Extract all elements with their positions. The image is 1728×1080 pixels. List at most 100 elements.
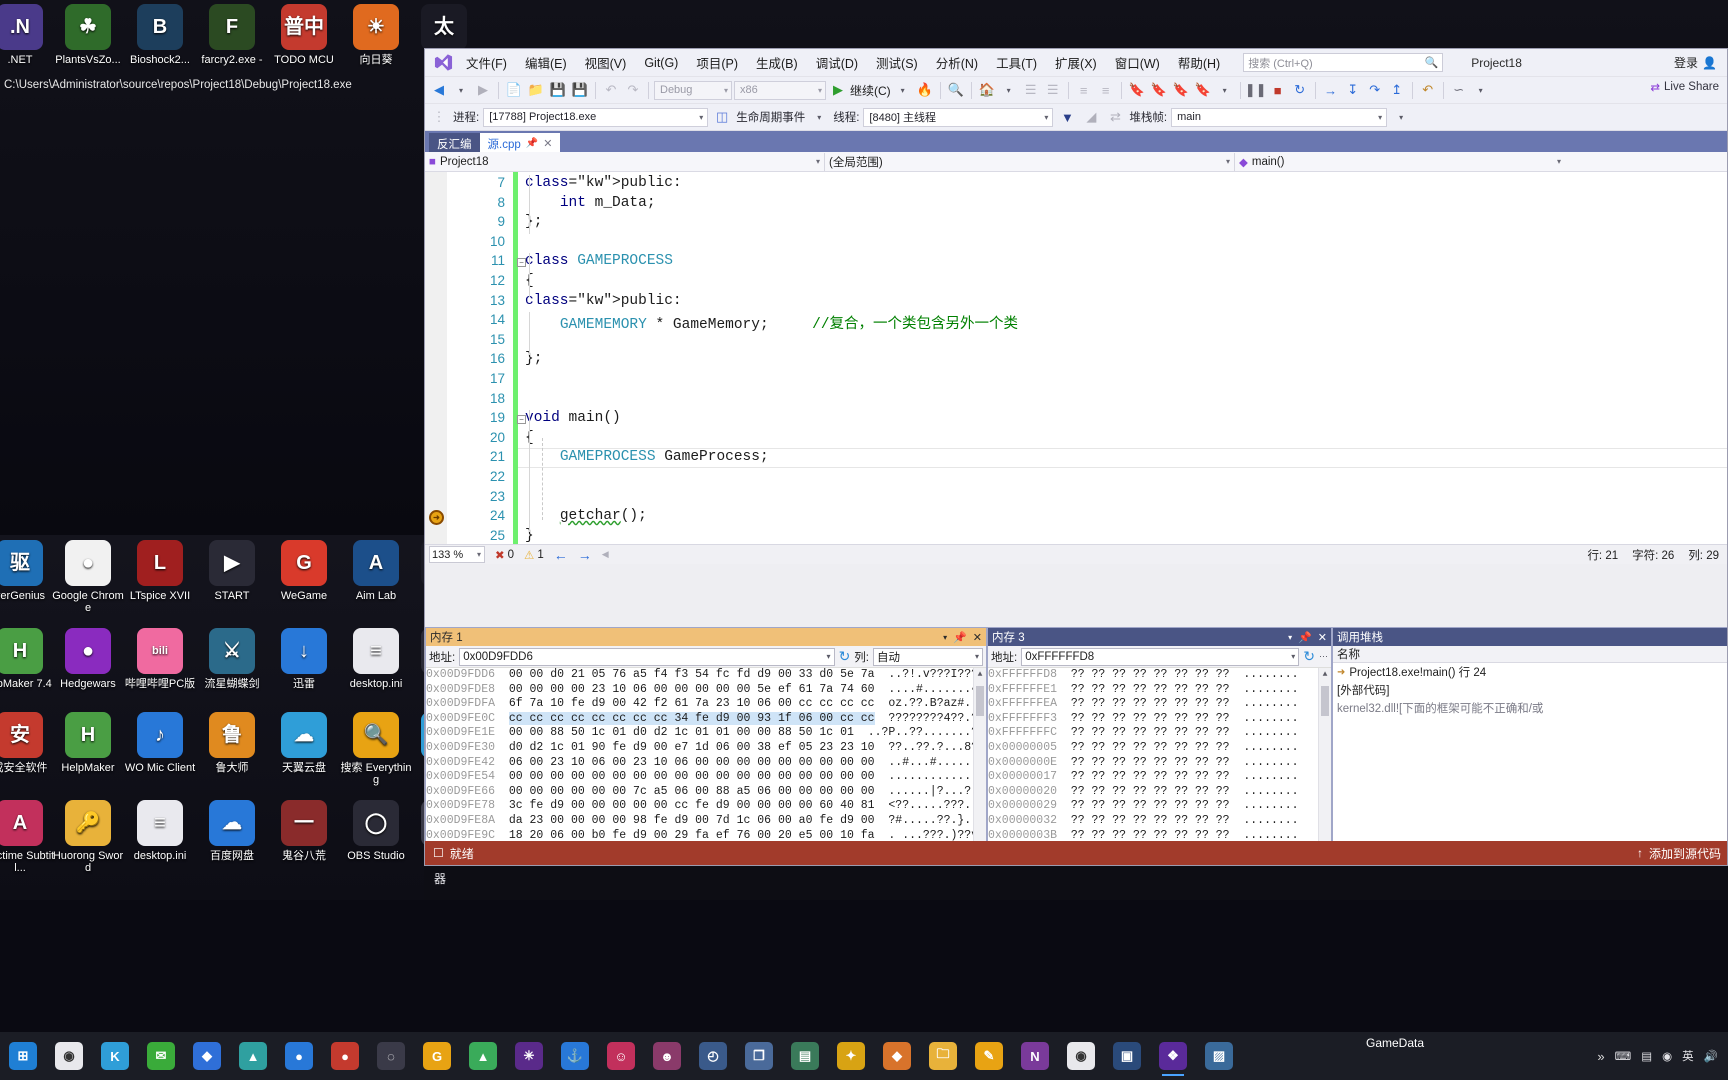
memory3-refresh-icon[interactable]: ↻ [1303,648,1315,665]
thread-select[interactable]: [8480] 主线程 [863,107,1054,127]
desktop-icon-1-r4[interactable]: 安成安全软件 [0,712,56,774]
menu-help[interactable]: 帮助(H) [1169,49,1229,76]
memory-row[interactable]: 0x00000032 ?? ?? ?? ?? ?? ?? ?? ?? .....… [988,814,1331,829]
desktop-icon-6-r4[interactable]: 🔍 搜索 Everything [340,712,412,786]
memory-row[interactable]: 0x00000017 ?? ?? ?? ?? ?? ?? ?? ?? .....… [988,770,1331,785]
undo-nav-icon[interactable]: ↶ [1418,80,1438,101]
desktop-icon-6-r2[interactable]: A Aim Lab [340,540,412,602]
uncomment-icon[interactable]: ☰ [1043,80,1063,101]
menu-extensions[interactable]: 扩展(X) [1046,49,1106,76]
taskbar-item-app-teal[interactable]: ▲ [230,1034,276,1078]
memory-row[interactable]: 0x00D9FDD6 00 00 d0 21 05 76 a5 f4 f3 54… [426,668,986,683]
memory1-scroll-up-icon[interactable]: ▲ [974,668,986,681]
desktop-icon-6-r1[interactable]: ☀ 向日葵 [340,4,412,66]
memory-row[interactable]: 0x00000029 ?? ?? ?? ?? ?? ?? ?? ?? .....… [988,799,1331,814]
menu-project[interactable]: 项目(P) [687,49,747,76]
memory1-pin-icon[interactable]: 📌 [953,631,967,644]
tray-circle-icon[interactable]: ◉ [1662,1049,1672,1063]
memory3-scroll-up-icon[interactable]: ▲ [1319,668,1331,681]
lifecycle-events-label[interactable]: 生命周期事件 [736,109,805,125]
memory1-close-icon[interactable]: ✕ [973,631,982,644]
memory-row[interactable]: 0x00000020 ?? ?? ?? ?? ?? ?? ?? ?? .....… [988,785,1331,800]
navigate-back-icon[interactable]: ◀ [429,80,449,101]
step-out-icon[interactable]: ↥ [1387,80,1407,101]
bookmark-icon[interactable]: 🔖 [1127,80,1147,101]
desktop-icon-5-r4[interactable]: ☁ 天翼云盘 [268,712,340,774]
save-all-icon[interactable]: 💾 [570,80,590,101]
sign-in-button[interactable]: 登录 👤 [1674,54,1717,71]
code-editor[interactable]: 7 class="kw">public: 8 int m_Data; 9}; 10 11 c… [425,172,1727,544]
pin-tab-icon[interactable]: 📌 [526,138,538,149]
diagnostics-icon[interactable]: ∽ [1449,80,1469,101]
taskbar-item-app-red[interactable]: ● [322,1034,368,1078]
increase-indent-icon[interactable]: ≡ [1096,80,1116,101]
taskbar-item-loading[interactable]: ◌ [368,1034,414,1078]
memory-row[interactable]: 0xFFFFFFEA ?? ?? ?? ?? ?? ?? ?? ?? .....… [988,697,1331,712]
desktop-icon-3-r2[interactable]: L LTspice XVII [124,540,196,602]
taskbar-item-app-window[interactable]: ▣ [1104,1034,1150,1078]
zoom-level-select[interactable]: 133 % [429,546,485,563]
desktop-icon-5-r1[interactable]: 普中 TODO MCU [268,4,340,66]
memory1-columns-select[interactable]: 自动 [873,647,983,666]
memory-row[interactable]: 0x00D9FDFA 6f 7a 10 fe d9 00 42 f2 61 7a… [426,697,986,712]
continue-dropdown-icon[interactable]: ▾ [893,80,913,101]
process-select[interactable]: [17788] Project18.exe [483,107,709,127]
add-to-source-control-button[interactable]: ↑ 添加到源代码 [1637,845,1721,862]
taskbar-item-file-explorer[interactable]: 🗀 [920,1034,966,1078]
previous-bookmark-icon[interactable]: 🔖 [1149,80,1169,101]
taskbar-item-app-spider[interactable]: ✳ [506,1034,552,1078]
toolbar-overflow-icon[interactable]: ▾ [1471,80,1491,101]
memory1-menu-icon[interactable]: ▾ [943,633,947,642]
memory3-overflow-icon[interactable]: ⋯ [1319,651,1328,662]
desktop-icon-2-r4[interactable]: H HelpMaker [52,712,124,774]
taskbar-item-chrome2[interactable]: ◉ [1058,1034,1104,1078]
desktop-icon-3-r5[interactable]: ≡ desktop.ini [124,800,196,862]
menu-tools[interactable]: 工具(T) [987,49,1046,76]
live-share-button[interactable]: ⇄ Live Share [1650,80,1719,94]
break-all-icon[interactable]: ❚❚ [1245,80,1267,101]
memory1-scrollbar[interactable]: ▲ ▼ [973,668,986,865]
taskbar-item-app-fire[interactable]: ◆ [874,1034,920,1078]
taskbar-item-app-face2[interactable]: ☻ [644,1034,690,1078]
thread-switch-icon[interactable]: ⇄ [1105,107,1125,128]
tray-volume-icon[interactable]: 🔊 [1704,1049,1718,1063]
solution-configuration-select[interactable]: Debug [654,80,732,100]
continue-play-icon[interactable]: ▶ [828,80,848,101]
lifecycle-dropdown-icon[interactable]: ▾ [809,107,829,128]
desktop-icon-4-r1[interactable]: Ffarcry2.exe - [196,4,268,66]
desktop-icon-5-r3[interactable]: ↓ 迅雷 [268,628,340,690]
undo-icon[interactable]: ↶ [601,80,621,101]
memory-row[interactable]: 0x00D9FE78 3c fe d9 00 00 00 00 00 cc fe… [426,799,986,814]
taskbar-item-kugou[interactable]: K [92,1034,138,1078]
desktop-icon-2-r1[interactable]: ☘ PlantsVsZo... [52,4,124,66]
desktop-icon-6-r3[interactable]: ≡ desktop.ini [340,628,412,690]
fold-toggle-icon[interactable]: − [517,415,526,425]
live-preview-icon[interactable]: 🏠 [977,80,997,101]
next-error-icon[interactable]: → [578,547,592,563]
debugbar-overflow-icon[interactable]: ▾ [1391,107,1411,128]
attach-process-icon[interactable]: 🔍 [946,80,966,101]
desktop-icon-3-r3[interactable]: bili 哔哩哔哩PC版 [124,628,196,690]
callstack-row[interactable]: ➜ Project18.exe!main() 行 24 [1333,663,1727,681]
menu-file[interactable]: 文件(F) [457,49,516,76]
taskbar-item-app-ship[interactable]: ⚓ [552,1034,598,1078]
tab-disassembly[interactable]: 反汇编 [429,133,480,152]
navigate-forward-icon[interactable]: ▶ [473,80,493,101]
memory3-pin-icon[interactable]: 📌 [1298,631,1312,644]
memory-row[interactable]: 0x00D9FE1E 00 00 88 50 1c 01 d0 d2 1c 01… [426,726,986,741]
stop-debugging-icon[interactable]: ■ [1268,80,1288,101]
fold-toggle-icon[interactable]: − [517,258,526,268]
callstack-rows-host[interactable]: ➜ Project18.exe!main() 行 24 [外部代码] kernel32… [1333,663,1727,865]
callstack-row[interactable]: kernel32.dll![下面的框架可能不正确和/或 [1333,699,1727,717]
tab-source-cpp[interactable]: 源.cpp 📌 ✕ [479,133,561,152]
taskbar-item-app-note[interactable]: ✎ [966,1034,1012,1078]
step-over-icon[interactable]: ↷ [1365,80,1385,101]
save-icon[interactable]: 💾 [548,80,568,101]
close-tab-icon[interactable]: ✕ [543,137,552,150]
desktop-icon-1-r1[interactable]: .N .NET [0,4,56,66]
memory-row[interactable]: 0xFFFFFFFC ?? ?? ?? ?? ?? ?? ?? ?? .....… [988,726,1331,741]
bookmark-dropdown-icon[interactable]: ▾ [1215,80,1235,101]
taskbar-item-start-button[interactable]: ⊞ [0,1034,46,1078]
menu-debug[interactable]: 调试(D) [807,49,867,76]
memory-row[interactable]: 0x00D9FE30 d0 d2 1c 01 90 fe d9 00 e7 1d… [426,741,986,756]
